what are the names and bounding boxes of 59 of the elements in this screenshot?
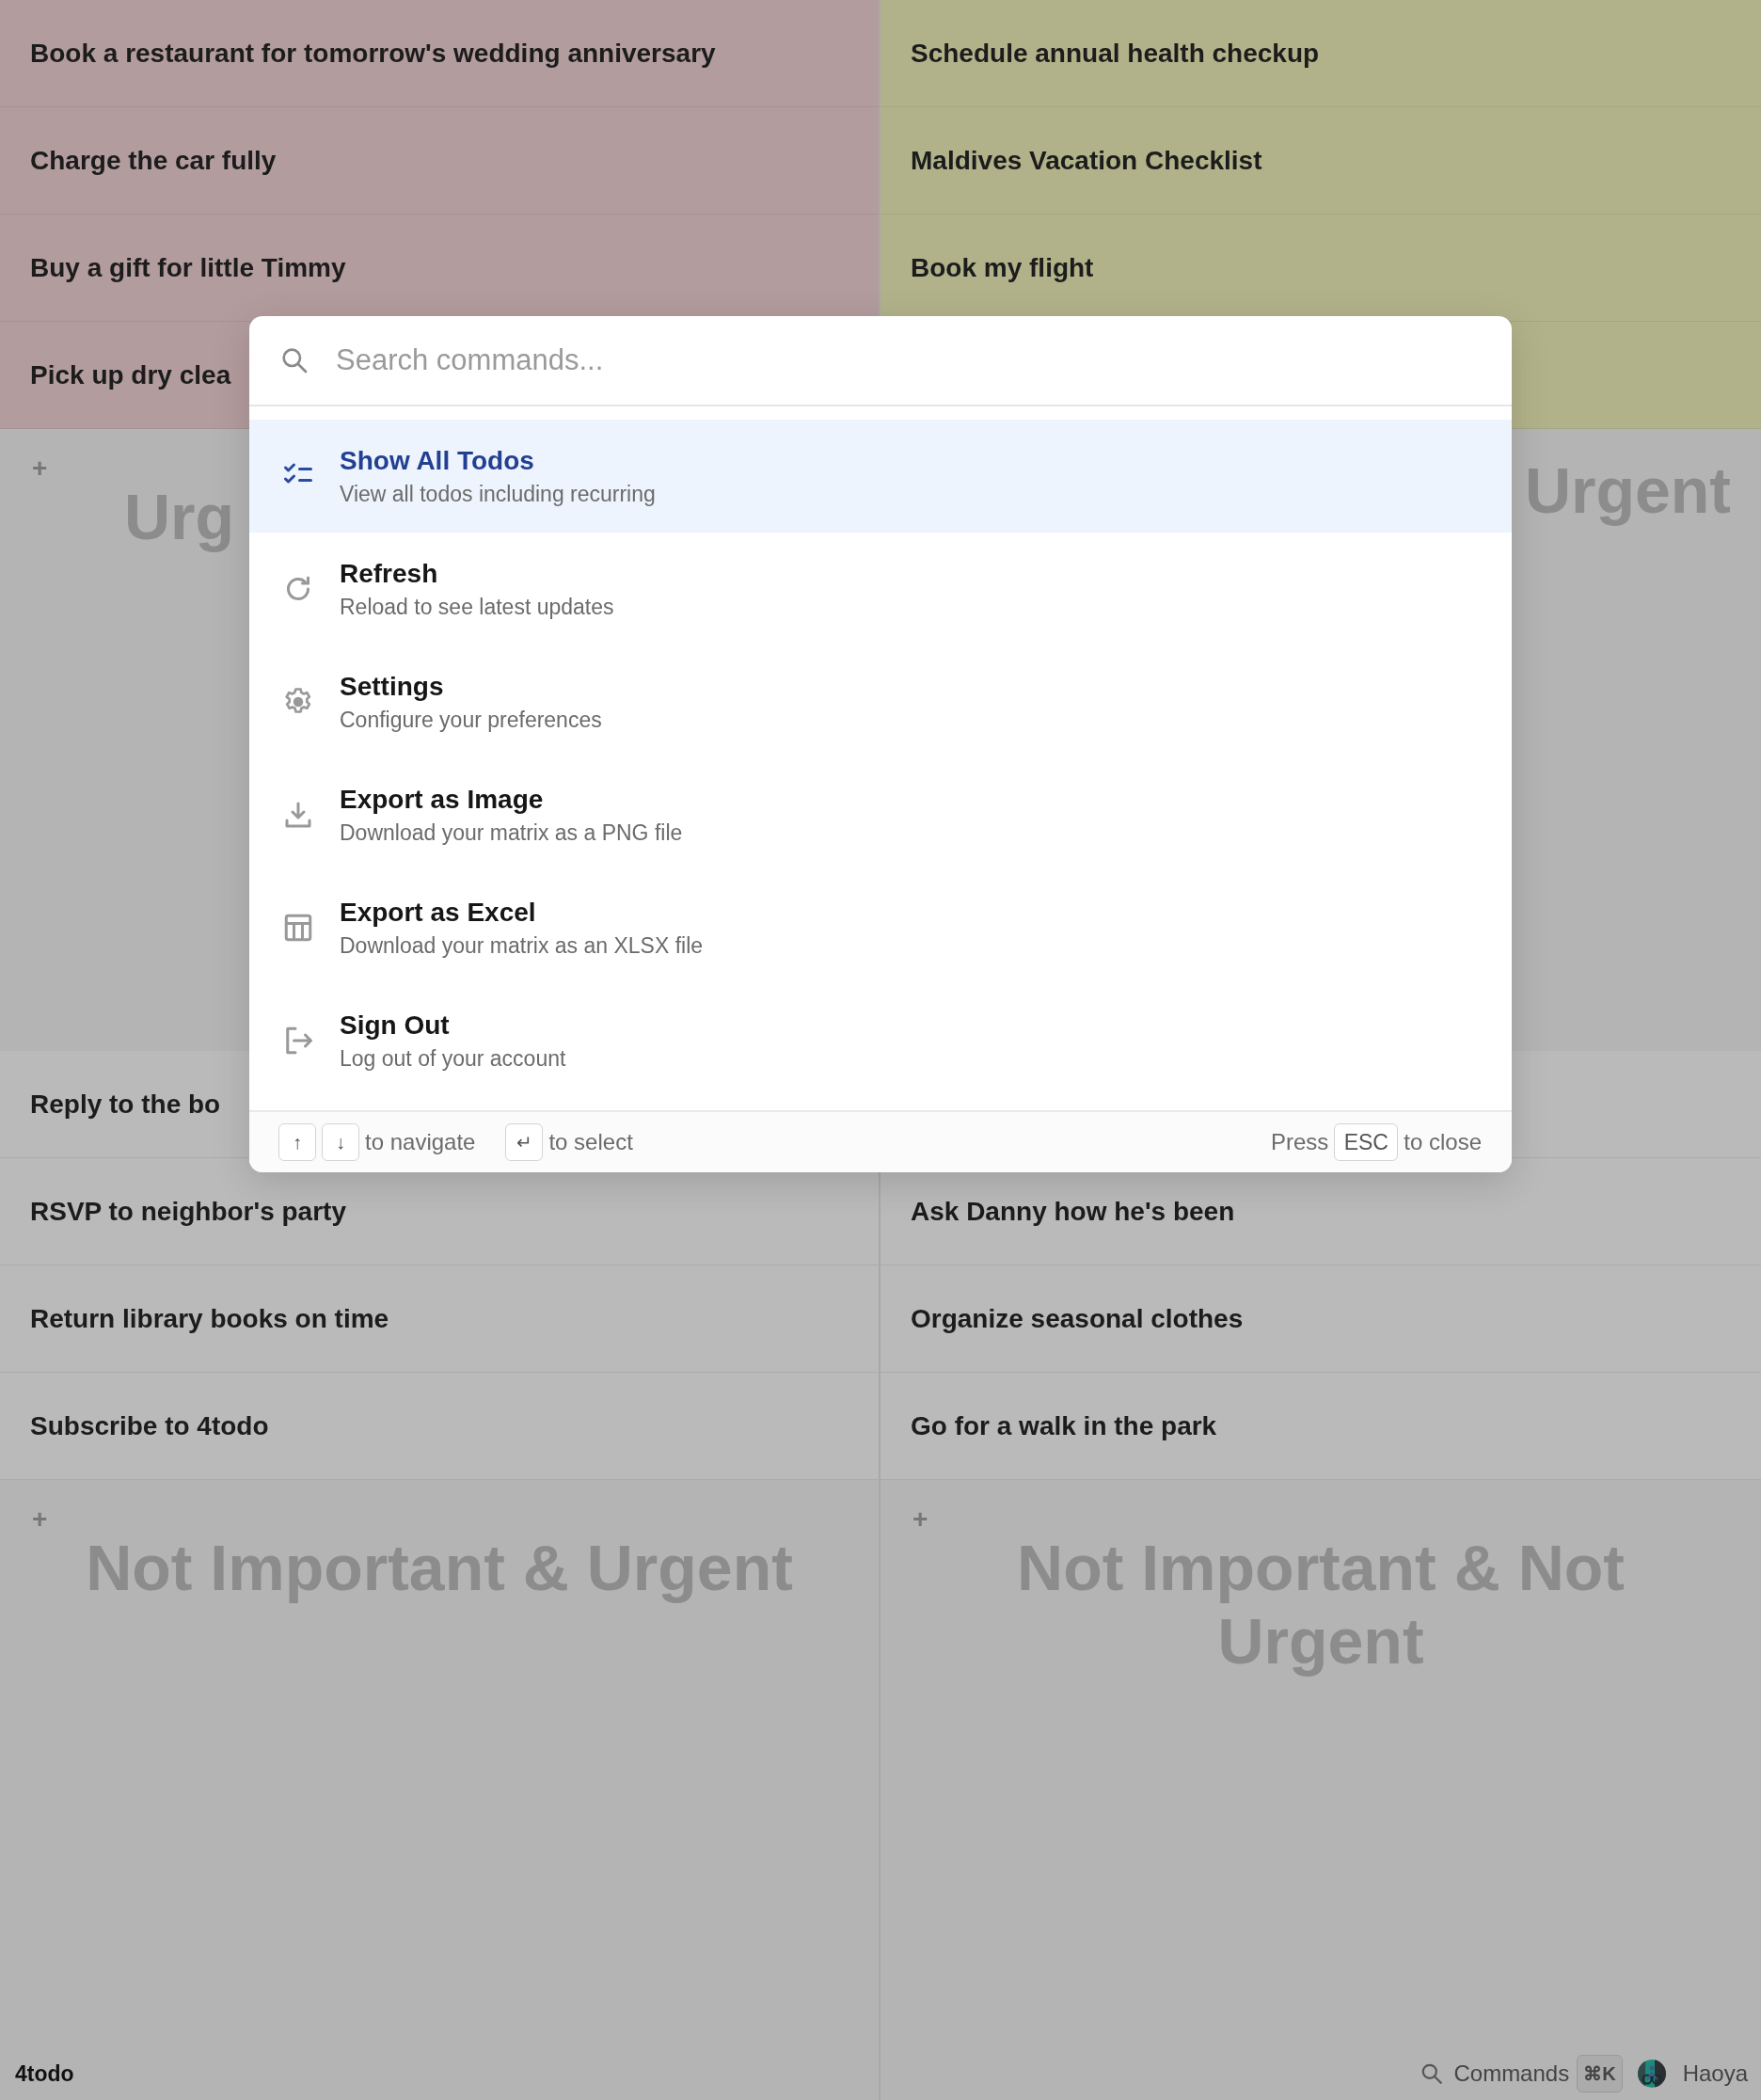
command-title: Sign Out (340, 1010, 451, 1041)
todo-row[interactable]: Organize seasonal clothes (880, 1265, 1761, 1373)
command-item[interactable]: Show All Todos View all todos including recurring (249, 420, 1512, 533)
down-key: ↓ (322, 1123, 359, 1161)
todo-text: Organize seasonal clothes (911, 1303, 1244, 1334)
todo-text: RSVP to neighbor's party (30, 1196, 346, 1227)
todo-text: Return library books on time (30, 1303, 389, 1334)
todo-row[interactable]: Book my flight (880, 215, 1761, 322)
command-title: Export as Excel (340, 897, 537, 928)
todo-text: Go for a walk in the park (911, 1410, 1217, 1441)
command-item[interactable]: Export as Image Download your matrix as a PNG file (249, 758, 1512, 871)
command-title: Settings (340, 671, 445, 702)
todo-row[interactable]: RSVP to neighbor's party (0, 1158, 879, 1265)
command-description: View all todos including recurring (340, 481, 656, 507)
command-item[interactable]: Refresh Reload to see latest updates (249, 533, 1512, 645)
command-item[interactable]: Sign Out Log out of your account (249, 984, 1512, 1097)
todo-text: Ask Danny how he's been (911, 1196, 1235, 1227)
todo-row[interactable]: Charge the car fully (0, 107, 879, 215)
todo-row[interactable]: Ask Danny how he's been (880, 1158, 1761, 1265)
todo-text: Maldives Vacation Checklist (911, 145, 1262, 176)
enter-key: ↵ (505, 1123, 544, 1161)
todo-text: Book my flight (911, 252, 1094, 283)
command-item[interactable]: Settings Configure your preferences (249, 645, 1512, 758)
todo-text: Book a restaurant for tomorrow's wedding anniversary (30, 38, 716, 69)
command-description: Configure your preferences (340, 707, 602, 733)
todo-text: Buy a gift for little Timmy (30, 252, 346, 283)
press-hint: Press (1270, 1129, 1329, 1155)
search-field[interactable]: Search commands... (334, 342, 1480, 378)
todo-row[interactable]: Maldives Vacation Checklist (880, 107, 1761, 215)
todo-text: Subscribe to 4todo (30, 1410, 269, 1441)
search-icon (279, 345, 309, 375)
shortcut-key: ⌘K (1577, 2055, 1623, 2092)
user-name[interactable]: Haoya (1682, 2060, 1748, 2087)
commands-button[interactable]: Commands (1420, 2060, 1570, 2087)
todo-row[interactable]: Book a restaurant for tomorrow's wedding anniversary (0, 0, 879, 107)
command-description: Download your matrix as a PNG file (340, 819, 683, 846)
close-hint: to close (1404, 1129, 1482, 1155)
app-name: 4todo (15, 2060, 74, 2087)
todo-row[interactable]: Return library books on time (0, 1265, 879, 1373)
escape-key: ESC (1334, 1123, 1399, 1161)
todo-text: Pick up dry clea (30, 359, 231, 390)
todo-row[interactable]: Schedule annual health checkup (880, 0, 1761, 107)
up-key: ↑ (278, 1123, 316, 1161)
todo-text: Charge the car fully (30, 145, 277, 176)
command-title: Show All Todos (340, 445, 535, 476)
command-description: Download your matrix as an XLSX file (340, 932, 704, 959)
command-item[interactable]: Export as Excel Download your matrix as an XLSX file (249, 871, 1512, 984)
command-title: Refresh (340, 558, 439, 589)
command-description: Log out of your account (340, 1045, 566, 1072)
todo-text: Schedule annual health checkup (911, 38, 1320, 69)
todo-row[interactable]: Go for a walk in the park (880, 1373, 1761, 1480)
todo-text: Reply to the bo (30, 1089, 221, 1120)
todo-row[interactable]: Buy a gift for little Timmy (0, 215, 879, 322)
search-icon (1420, 2061, 1445, 2086)
command-description: Reload to see latest updates (340, 594, 614, 620)
todo-row[interactable]: Subscribe to 4todo (0, 1373, 879, 1480)
command-title: Export as Image (340, 784, 545, 815)
navigate-hint: to navigate (365, 1129, 476, 1155)
select-hint: to select (548, 1129, 633, 1155)
